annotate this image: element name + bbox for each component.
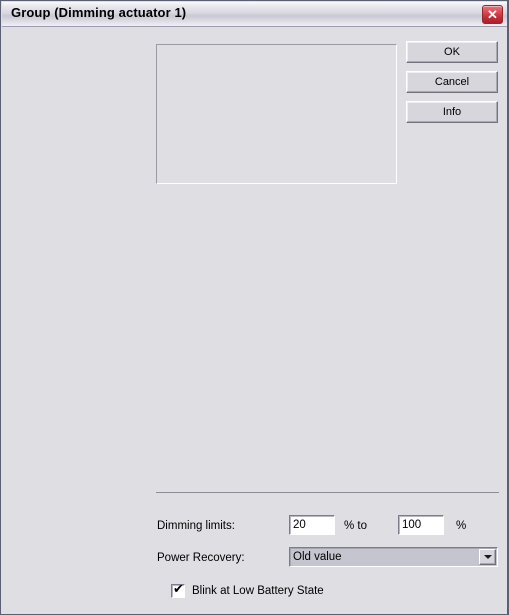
cancel-button[interactable]: Cancel <box>406 71 498 93</box>
chevron-down-icon <box>483 555 492 559</box>
dimming-limits-label: Dimming limits: <box>157 520 235 532</box>
dimming-max-input[interactable] <box>398 515 444 535</box>
percent-to-label: % to <box>344 520 368 532</box>
blink-checkbox-label: Blink at Low Battery State <box>192 585 324 597</box>
preview-panel <box>156 44 397 184</box>
power-recovery-combo[interactable]: Old value <box>289 547 498 567</box>
title-bar: Group (Dimming actuator 1) ✕ <box>2 2 507 27</box>
dialog-window: Group (Dimming actuator 1) ✕ OK Cancel I… <box>0 0 509 615</box>
dimming-min-input[interactable] <box>289 515 335 535</box>
blink-checkbox[interactable]: ✔ <box>171 582 185 598</box>
percent-label: % <box>456 520 467 532</box>
info-button[interactable]: Info <box>406 101 498 123</box>
close-icon: ✕ <box>487 7 498 22</box>
check-icon: ✔ <box>173 582 184 597</box>
power-recovery-label: Power Recovery: <box>157 552 245 564</box>
dialog-client-area: OK Cancel Info Dimming limits: % to % Po… <box>2 28 507 614</box>
form-separator <box>156 492 499 493</box>
combo-arrow-button[interactable] <box>479 549 496 565</box>
power-recovery-value: Old value <box>293 551 342 563</box>
close-button[interactable]: ✕ <box>482 5 503 24</box>
ok-button[interactable]: OK <box>406 41 498 63</box>
window-title: Group (Dimming actuator 1) <box>11 5 187 20</box>
